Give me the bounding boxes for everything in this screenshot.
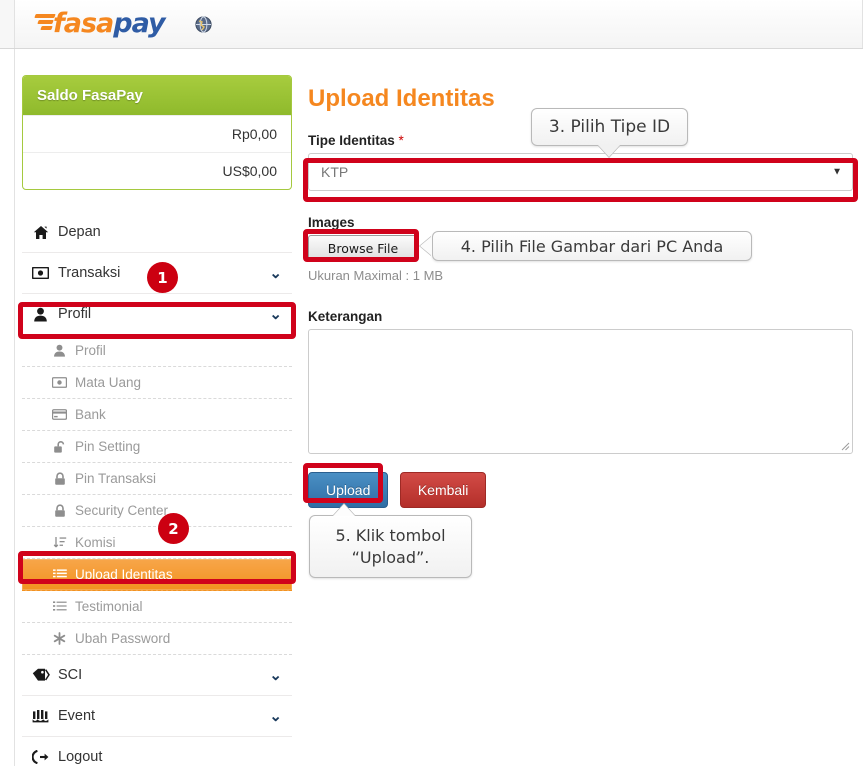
sidebar-subitem-label: Testimonial (75, 599, 143, 614)
sidebar-item-profil[interactable]: Profil ⌄ (22, 294, 292, 335)
tipe-identitas-select[interactable]: KTP ▼ (308, 153, 853, 191)
asterisk-icon (50, 632, 69, 645)
sidebar-item-sci[interactable]: SCI ⌄ (22, 655, 292, 696)
upload-button[interactable]: Upload (308, 472, 389, 508)
callout-tail-4 (420, 236, 432, 256)
sidebar-subitem-label: Mata Uang (75, 375, 142, 390)
chevron-down-icon: ⌄ (269, 667, 282, 684)
images-size-hint: Ukuran Maximal : 1 MB (308, 268, 444, 283)
sidebar-item-depan[interactable]: Depan (22, 212, 292, 253)
sidebar-subitem-label: Upload Identitas (75, 567, 173, 582)
saldo-panel: Saldo FasaPay Rp0,00 US$0,00 (22, 75, 292, 190)
sidebar-subitem-komisi[interactable]: Komisi (22, 527, 292, 559)
money-icon (30, 267, 51, 279)
tipe-identitas-label-text: Tipe Identitas (308, 133, 395, 148)
header-inner: fasa pay (14, 0, 863, 48)
required-mark: * (398, 133, 404, 148)
list-icon (50, 568, 69, 581)
sidebar-item-label: Profil (58, 306, 92, 322)
callout-tail-3 (598, 145, 620, 157)
sidebar-subitem-profil[interactable]: Profil (22, 335, 292, 367)
callout-step-4: 4. Pilih File Gambar dari PC Anda (432, 231, 752, 261)
callout-tail-5 (333, 504, 355, 516)
logo-text-fasa: fasa (53, 7, 114, 39)
chevron-down-icon: ▼ (832, 166, 842, 178)
sidebar-item-label: Event (58, 708, 96, 724)
resize-grip-icon[interactable] (840, 441, 850, 451)
lock-open-icon (50, 471, 69, 486)
callout-step-5: 5. Klik tombol “Upload”. (309, 515, 472, 578)
unlock-icon (50, 440, 69, 454)
fasapay-logo[interactable]: fasa pay (34, 7, 166, 39)
banknote-icon (50, 377, 69, 388)
sidebar-item-label: Logout (58, 749, 103, 765)
home-icon (30, 225, 51, 240)
chevron-down-icon: ⌄ (269, 306, 282, 323)
sidebar-subitem-label: Ubah Password (75, 631, 171, 646)
sidebar-item-label: Depan (58, 224, 101, 240)
sidebar-item-event[interactable]: Event ⌄ (22, 696, 292, 737)
user-icon (30, 307, 51, 322)
sidebar-subitem-upload-identitas[interactable]: Upload Identitas (22, 559, 292, 591)
user-icon (50, 344, 69, 357)
saldo-row-usd: US$0,00 (23, 152, 291, 189)
credit-card-icon (50, 409, 69, 420)
saldo-panel-title: Saldo FasaPay (23, 76, 291, 115)
page-root: fasa pay Saldo FasaPay Rp0,00 US$0,00 De… (0, 0, 863, 766)
keterangan-label: Keterangan (308, 309, 383, 324)
saldo-row-idr: Rp0,00 (23, 115, 291, 152)
tag-icon (30, 668, 51, 682)
list-alt-icon (50, 600, 69, 613)
kembali-button[interactable]: Kembali (399, 472, 487, 508)
sidebar-subitem-pin-transaksi[interactable]: Pin Transaksi (22, 463, 292, 495)
globe-icon[interactable] (195, 16, 212, 33)
sidebar-subitem-label: Profil (75, 343, 106, 358)
lock-icon (50, 503, 69, 518)
sidebar-subitem-label: Pin Transaksi (75, 471, 157, 486)
app-header: fasa pay (0, 0, 863, 49)
sidebar-subitem-bank[interactable]: Bank (22, 399, 292, 431)
keterangan-textarea[interactable] (308, 329, 853, 454)
sidebar-nav: Depan Transaksi ⌄ Profil ⌄ Profil Mata U… (22, 212, 292, 766)
sidebar-subitem-pin-setting[interactable]: Pin Setting (22, 431, 292, 463)
sidebar-subitem-security-center[interactable]: Security Center (22, 495, 292, 527)
sidebar-subitem-testimonial[interactable]: Testimonial (22, 591, 292, 623)
main-content: Upload Identitas Tipe Identitas * KTP ▼ … (308, 85, 853, 508)
sidebar-subitem-label: Security Center (75, 503, 169, 518)
callout-step-3: 3. Pilih Tipe ID (531, 108, 688, 146)
step-badge-2: 2 (158, 513, 189, 544)
sidebar-item-logout[interactable]: Logout (22, 737, 292, 766)
sidebar: Saldo FasaPay Rp0,00 US$0,00 Depan Trans… (22, 75, 292, 766)
browse-file-button[interactable]: Browse File (308, 235, 418, 262)
logo-text-pay: pay (113, 7, 165, 39)
logo-swoosh-icon (34, 11, 57, 35)
images-label: Images (308, 215, 355, 230)
step-badge-1: 1 (147, 262, 178, 293)
logout-icon (30, 750, 51, 764)
sidebar-subitem-label: Bank (75, 407, 106, 422)
tipe-identitas-selected-value: KTP (321, 164, 349, 180)
event-icon (30, 709, 51, 723)
sidebar-subitem-mata-uang[interactable]: Mata Uang (22, 367, 292, 399)
sidebar-subitem-ubah-password[interactable]: Ubah Password (22, 623, 292, 655)
sidebar-subitem-label: Pin Setting (75, 439, 141, 454)
sidebar-subitem-label: Komisi (75, 535, 116, 550)
chevron-down-icon: ⌄ (269, 265, 282, 282)
chevron-down-icon: ⌄ (269, 708, 282, 725)
form-actions: Upload Kembali (308, 472, 853, 508)
sort-icon (50, 536, 69, 549)
sidebar-item-label: SCI (58, 667, 83, 683)
